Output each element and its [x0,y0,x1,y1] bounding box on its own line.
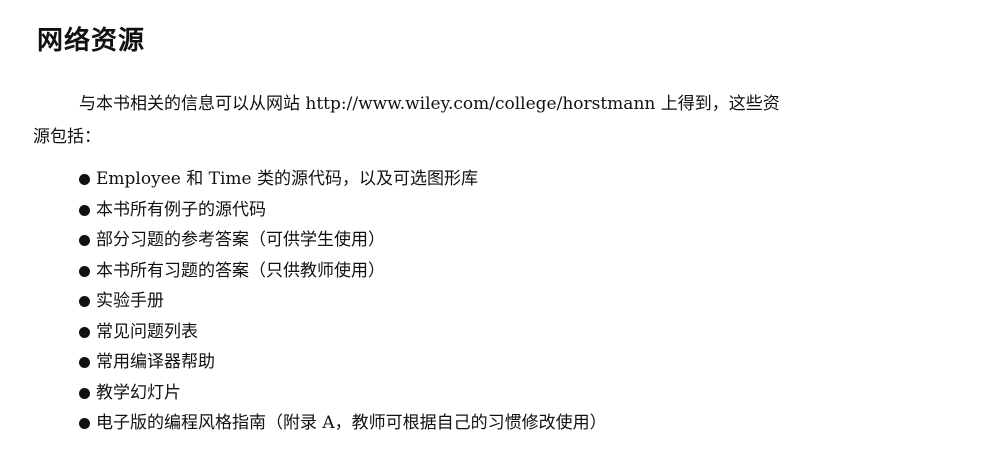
bullet-icon [79,387,90,399]
list-item: 常用编译器帮助 [79,347,607,378]
list-item-text: 部分习题的参考答案（可供学生使用） [96,230,385,250]
list-item-text: 电子版的编程风格指南（附录 A，教师可根据自己的习惯修改使用） [96,413,607,433]
intro-line-2: 源包括： [33,127,101,147]
intro-paragraph: 与本书相关的信息可以从网站 http://www.wiley.com/colle… [33,88,963,154]
bullet-icon [79,235,90,246]
list-item-text: 本书所有例子的源代码 [96,199,266,220]
section-heading: 网络资源 [37,26,146,56]
bullet-icon [79,418,90,429]
bullet-icon [79,357,90,368]
list-item: 本书所有习题的答案（只供教师使用） [79,256,607,287]
list-item: 部分习题的参考答案（可供学生使用） [79,225,607,256]
list-item: 本书所有例子的源代码 [79,195,607,226]
bullet-icon [79,204,90,216]
list-item: Employee 和 Time 类的源代码，以及可选图形库 [79,164,607,195]
bullet-icon [79,326,90,338]
list-item-text: 常用编译器帮助 [96,352,215,372]
list-item: 实验手册 [79,286,607,317]
document-page: 网络资源 与本书相关的信息可以从网站 http://www.wiley.com/… [0,0,991,469]
bullet-icon [79,296,90,307]
bullet-icon [79,265,90,277]
intro-line-1: 与本书相关的信息可以从网站 http://www.wiley.com/colle… [79,94,780,114]
list-item-text: 常见问题列表 [96,321,198,342]
resource-list: Employee 和 Time 类的源代码，以及可选图形库 本书所有例子的源代码… [79,164,607,439]
bullet-icon [79,174,90,185]
list-item-text: Employee 和 Time 类的源代码，以及可选图形库 [96,169,478,189]
list-item: 常见问题列表 [79,317,607,348]
list-item: 教学幻灯片 [79,378,607,409]
list-item-text: 实验手册 [96,291,164,311]
list-item-text: 本书所有习题的答案（只供教师使用） [96,260,385,281]
list-item-text: 教学幻灯片 [96,382,181,403]
list-item: 电子版的编程风格指南（附录 A，教师可根据自己的习惯修改使用） [79,408,607,439]
